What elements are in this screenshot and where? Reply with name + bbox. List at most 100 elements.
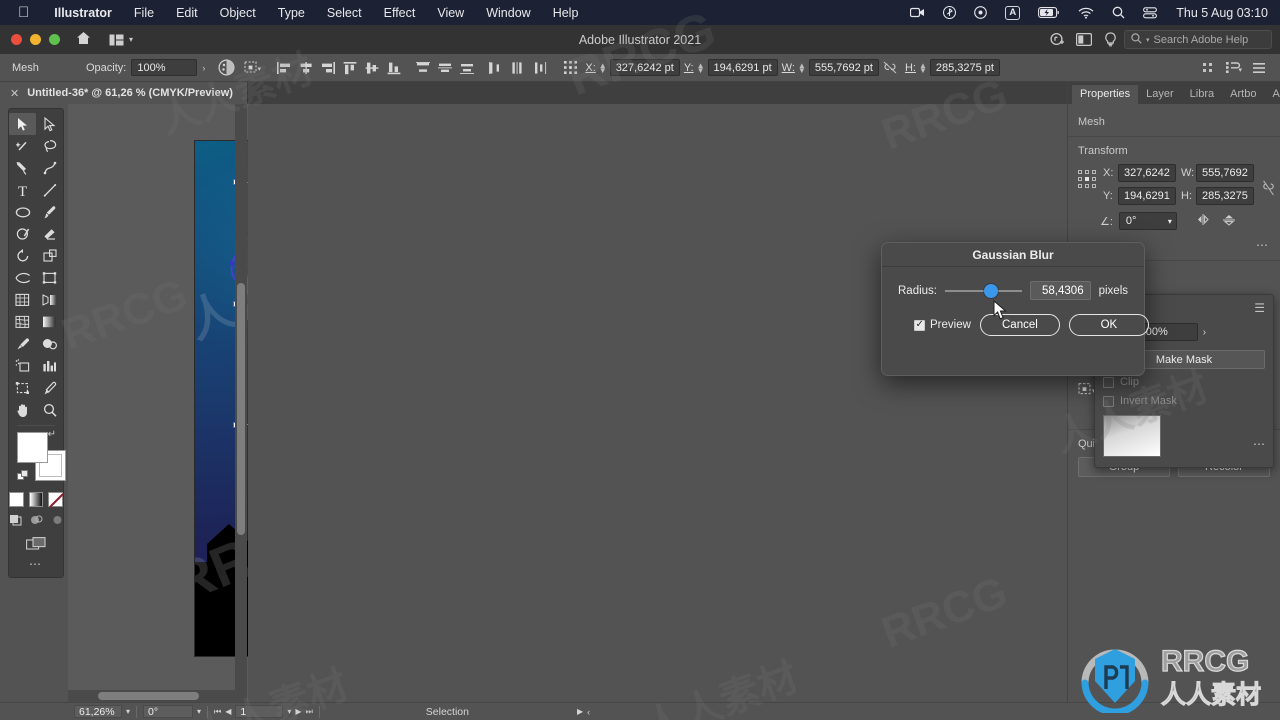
preview-checkbox-row[interactable]: Preview xyxy=(914,318,971,331)
bluetooth-ish-icon[interactable] xyxy=(934,6,965,19)
ellipse-tool[interactable] xyxy=(9,201,36,223)
document-setup-icon[interactable] xyxy=(1248,57,1270,79)
close-tab-icon[interactable]: ✕ xyxy=(10,87,19,100)
spotlight-search-icon[interactable] xyxy=(1103,6,1134,19)
next-artboard-icon[interactable]: ▶ xyxy=(295,707,301,716)
transform-reference-point-icon[interactable] xyxy=(1078,170,1096,188)
perspective-grid-tool[interactable] xyxy=(36,289,63,311)
rotation-control[interactable]: 0° ▾ xyxy=(137,705,207,719)
ok-button[interactable]: OK xyxy=(1068,314,1149,336)
invert-mask-checkbox[interactable] xyxy=(1103,395,1114,407)
w-stepper[interactable]: ▲ ▼ xyxy=(798,61,806,74)
draw-inside-icon[interactable] xyxy=(51,514,64,529)
draw-normal-icon[interactable] xyxy=(9,514,22,529)
line-segment-tool[interactable] xyxy=(36,179,63,201)
rotate-tool[interactable] xyxy=(9,245,36,267)
eyedropper-tool[interactable] xyxy=(9,333,36,355)
opacity-chevron-icon[interactable]: › xyxy=(202,63,205,73)
radius-slider[interactable] xyxy=(945,283,1022,298)
default-fill-stroke-icon[interactable] xyxy=(17,470,30,485)
cancel-button[interactable]: Cancel xyxy=(979,314,1060,336)
flip-vertical-icon[interactable] xyxy=(1222,213,1236,230)
symbol-sprayer-tool[interactable] xyxy=(9,355,36,377)
align-bottom-icon[interactable] xyxy=(383,57,405,79)
last-artboard-icon[interactable]: ⏭ xyxy=(306,707,313,717)
align-top-icon[interactable] xyxy=(339,57,361,79)
control-center-icon[interactable] xyxy=(1134,6,1166,19)
canvas-horizontal-scrollbar[interactable] xyxy=(68,690,236,702)
paintbrush-tool[interactable] xyxy=(36,201,63,223)
apple-logo-icon[interactable]:  xyxy=(18,5,29,20)
free-transform-tool[interactable] xyxy=(36,267,63,289)
align-vertical-center-icon[interactable] xyxy=(361,57,383,79)
transform-w-field-group[interactable]: W: ▲ ▼ 555,7692 pt xyxy=(782,59,879,76)
selection-tool[interactable] xyxy=(9,113,36,135)
x-stepper[interactable]: ▲ ▼ xyxy=(599,61,607,74)
color-swatch-mode[interactable] xyxy=(9,492,24,507)
status-text-group[interactable]: Selection xyxy=(420,705,475,719)
arrange-documents-button[interactable]: ▾ xyxy=(109,34,133,46)
zoom-level-control[interactable]: 61,26% ▾ xyxy=(68,705,136,719)
tab-artboards[interactable]: Artbo xyxy=(1222,85,1264,104)
menu-bar-clock[interactable]: Thu 5 Aug 03:10 xyxy=(1166,6,1268,20)
shape-builder-tool[interactable] xyxy=(9,289,36,311)
h-value-field[interactable]: 285,3275 pt xyxy=(929,59,1000,76)
panel-x-input[interactable]: 327,6242 xyxy=(1118,164,1176,182)
slice-tool[interactable] xyxy=(36,377,63,399)
align-right-icon[interactable] xyxy=(317,57,339,79)
pen-tool[interactable] xyxy=(9,157,36,179)
distribute-left-icon[interactable] xyxy=(485,57,507,79)
slider-knob[interactable] xyxy=(983,283,998,298)
screen-record-icon[interactable] xyxy=(901,7,934,18)
battery-charging-icon[interactable] xyxy=(1029,7,1069,18)
magic-wand-tool[interactable] xyxy=(9,135,36,157)
chevron-down-icon[interactable]: ▾ xyxy=(126,707,130,716)
width-tool[interactable] xyxy=(9,267,36,289)
add-user-icon[interactable] xyxy=(1046,29,1070,51)
status-back-icon[interactable]: ‹ xyxy=(587,707,590,717)
mesh-tool[interactable] xyxy=(9,311,36,333)
maximize-window-button[interactable] xyxy=(49,34,60,45)
opacity-control[interactable]: Opacity: 100% › xyxy=(86,59,205,76)
distribute-vertical-center-icon[interactable] xyxy=(434,57,456,79)
menu-edit[interactable]: Edit xyxy=(165,6,209,20)
canvas-area[interactable]: 人人素材 RRCG RRCG RRCG 人人素材 人人素材 人人素材 xyxy=(68,104,248,702)
shaper-tool[interactable] xyxy=(9,223,36,245)
link-broken-icon[interactable] xyxy=(879,57,901,79)
clip-checkbox[interactable] xyxy=(1103,376,1114,388)
none-mode[interactable] xyxy=(48,492,64,508)
transform-reference-point-icon[interactable] xyxy=(559,57,581,79)
transform-x-field-group[interactable]: X: ▲ ▼ 327,6242 pt xyxy=(585,59,680,76)
minimize-window-button[interactable] xyxy=(30,34,41,45)
more-options-icon[interactable] xyxy=(1196,57,1218,79)
rotation-value[interactable]: 0° xyxy=(143,705,194,718)
clip-checkbox-row[interactable]: Clip xyxy=(1103,376,1265,388)
panel-w-input[interactable]: 555,7692 xyxy=(1196,164,1254,182)
distribute-top-icon[interactable] xyxy=(412,57,434,79)
opacity-value-field[interactable]: 100% xyxy=(131,59,198,76)
first-artboard-icon[interactable]: ⏮ xyxy=(214,707,221,717)
zoom-tool[interactable] xyxy=(36,399,63,421)
angle-select[interactable]: 0° ▾ xyxy=(1118,212,1177,230)
gradient-mode[interactable] xyxy=(28,492,43,507)
flip-horizontal-icon[interactable] xyxy=(1197,213,1212,230)
change-screen-mode-icon[interactable] xyxy=(9,537,63,551)
menu-object[interactable]: Object xyxy=(209,6,267,20)
scale-tool[interactable] xyxy=(36,245,63,267)
direct-selection-tool[interactable] xyxy=(36,113,63,135)
distribute-horizontal-center-icon[interactable] xyxy=(507,57,529,79)
input-source-A-icon[interactable]: A xyxy=(996,5,1029,20)
canvas-vertical-scrollbar[interactable] xyxy=(235,104,247,702)
close-window-button[interactable] xyxy=(11,34,22,45)
w-value-field[interactable]: 555,7692 pt xyxy=(808,59,879,76)
discover-bulb-icon[interactable] xyxy=(1098,29,1122,51)
edit-toolbar-icon[interactable]: ⋯ xyxy=(9,557,63,571)
x-value-field[interactable]: 327,6242 pt xyxy=(609,59,680,76)
tab-libraries[interactable]: Libra xyxy=(1182,85,1222,104)
radius-value-input[interactable]: 58,4306 xyxy=(1029,281,1091,300)
document-tab[interactable]: ✕ Untitled-36* @ 61,26 % (CMYK/Preview) xyxy=(0,82,248,104)
artboard-number-input[interactable]: 1 xyxy=(235,705,284,718)
invert-mask-checkbox-row[interactable]: Invert Mask xyxy=(1103,395,1265,407)
transparency-more-options-icon[interactable]: ⋯ xyxy=(1253,437,1267,451)
lasso-tool[interactable] xyxy=(36,135,63,157)
